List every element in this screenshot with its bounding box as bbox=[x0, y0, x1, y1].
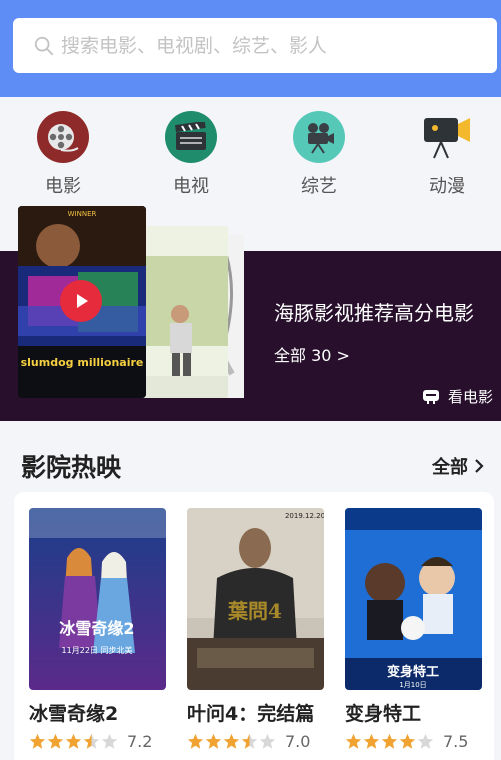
poster-title: 变身特工 bbox=[387, 664, 439, 680]
movie-title[interactable]: 变身特工 bbox=[345, 699, 483, 726]
tv-icon bbox=[423, 389, 439, 404]
play-button[interactable] bbox=[60, 280, 102, 322]
category-label: 综艺 bbox=[301, 176, 337, 197]
movie-camera-icon bbox=[293, 111, 345, 163]
movie-score: 7.0 bbox=[285, 732, 311, 751]
poster-badge: WINNER bbox=[68, 210, 97, 218]
clapperboard-icon bbox=[165, 111, 217, 163]
poster-date: 11月22日 同步北美 bbox=[62, 645, 133, 655]
star-icon bbox=[345, 733, 362, 749]
category-tv[interactable]: 电视 bbox=[146, 111, 236, 198]
star-half-icon bbox=[241, 733, 258, 749]
banner-poster-middle bbox=[138, 226, 228, 398]
search-bar[interactable] bbox=[13, 18, 497, 73]
poster-title: 冰雪奇缘2 bbox=[59, 619, 134, 638]
projector-icon bbox=[421, 111, 473, 163]
banner-all-link[interactable]: 全部 30 > bbox=[274, 342, 350, 366]
movie-poster[interactable]: 冰雪奇缘2 11月22日 同步北美 bbox=[29, 508, 166, 690]
banner-title: 海豚影视推荐高分电影 bbox=[274, 301, 474, 325]
poster-title: 葉問4 bbox=[227, 599, 282, 623]
section-all-label: 全部 bbox=[432, 457, 468, 478]
search-icon bbox=[34, 36, 54, 55]
category-movie[interactable]: 电影 bbox=[18, 111, 108, 198]
category-label: 电影 bbox=[45, 176, 81, 197]
banner-poster-main: WINNER slumdog millionaire bbox=[18, 206, 146, 398]
star-rating bbox=[345, 733, 435, 750]
movie-rating: 7.0 bbox=[187, 732, 325, 751]
category-row: 电影 电视 综艺 动漫 bbox=[0, 97, 501, 207]
movie-poster[interactable]: 变身特工 1月10日 bbox=[345, 508, 482, 690]
movie-poster[interactable]: 葉問4 2019.12.20 bbox=[187, 508, 324, 690]
star-icon bbox=[223, 733, 240, 749]
star-icon bbox=[399, 733, 416, 749]
category-label: 电视 bbox=[173, 176, 209, 197]
star-rating bbox=[187, 733, 277, 750]
star-icon bbox=[47, 733, 64, 749]
movie-card[interactable]: 葉問4 2019.12.20 叶问4：完结篇 7.0 bbox=[187, 508, 325, 751]
star-icon bbox=[29, 733, 46, 749]
category-label: 动漫 bbox=[429, 176, 465, 197]
category-variety[interactable]: 综艺 bbox=[274, 111, 364, 198]
film-reel-icon bbox=[37, 111, 89, 163]
star-half-icon bbox=[83, 733, 100, 749]
movie-score: 7.5 bbox=[443, 732, 469, 751]
star-rating bbox=[29, 733, 119, 750]
star-icon bbox=[205, 733, 222, 749]
banner-poster-stack[interactable]: WINNER slumdog millionaire bbox=[18, 206, 248, 400]
movie-title[interactable]: 冰雪奇缘2 bbox=[29, 699, 167, 726]
movie-card[interactable]: 变身特工 1月10日 变身特工 7.5 bbox=[345, 508, 483, 751]
watch-movie-button[interactable]: 看电影 bbox=[422, 386, 493, 407]
movie-rating: 7.5 bbox=[345, 732, 483, 751]
star-icon bbox=[363, 733, 380, 749]
top-header bbox=[0, 0, 501, 97]
movie-rating: 7.2 bbox=[29, 732, 167, 751]
play-icon bbox=[77, 294, 88, 308]
poster-date: 1月10日 bbox=[399, 681, 426, 689]
category-anime[interactable]: 动漫 bbox=[402, 111, 492, 198]
star-empty-icon bbox=[101, 733, 118, 749]
star-empty-icon bbox=[259, 733, 276, 749]
chevron-right-icon bbox=[475, 459, 484, 473]
poster-title: slumdog millionaire bbox=[21, 356, 144, 369]
star-empty-icon bbox=[417, 733, 434, 749]
movie-card[interactable]: 冰雪奇缘2 11月22日 同步北美 冰雪奇缘2 7.2 bbox=[29, 508, 167, 751]
star-icon bbox=[187, 733, 204, 749]
search-input[interactable] bbox=[61, 34, 481, 57]
movie-title[interactable]: 叶问4：完结篇 bbox=[187, 699, 325, 726]
poster-date: 2019.12.20 bbox=[285, 512, 324, 520]
watch-movie-label: 看电影 bbox=[448, 388, 494, 406]
section-all-link[interactable]: 全部 bbox=[432, 453, 484, 479]
movie-score: 7.2 bbox=[127, 732, 153, 751]
star-icon bbox=[65, 733, 82, 749]
section-title: 影院热映 bbox=[21, 453, 122, 482]
star-icon bbox=[381, 733, 398, 749]
